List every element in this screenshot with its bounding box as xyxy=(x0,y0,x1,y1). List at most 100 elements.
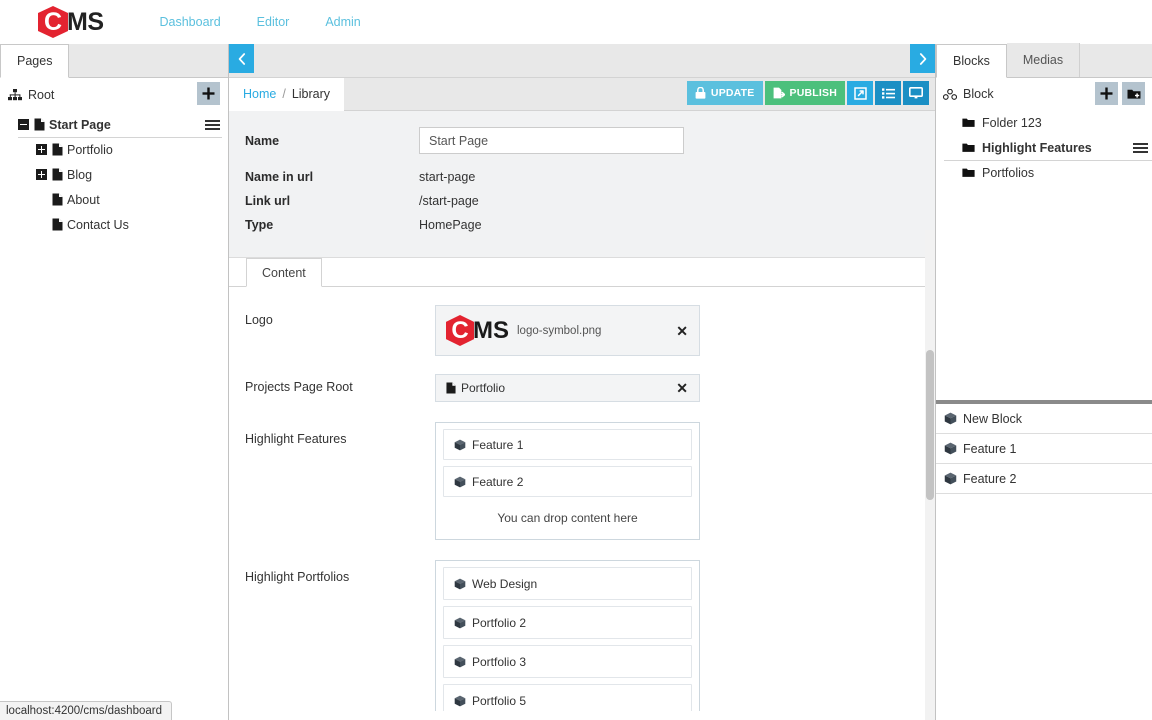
content-fields-scroll-area[interactable]: Logo C MS logo-symbol.png ✕ Projects Pag… xyxy=(229,287,935,711)
block-cube-icon xyxy=(454,439,466,451)
tab-medias[interactable]: Medias xyxy=(1006,43,1081,77)
tab-blocks[interactable]: Blocks xyxy=(936,44,1007,78)
toggle-list-view-button[interactable] xyxy=(875,81,901,105)
toggle-preview-button[interactable] xyxy=(903,81,929,105)
update-button-label: UPDATE xyxy=(710,87,755,99)
remove-projects-page-root-button[interactable]: ✕ xyxy=(676,381,688,395)
logo-letter-c: C xyxy=(43,7,63,36)
list-item[interactable]: New Block xyxy=(936,404,1152,434)
blocks-cluster-icon xyxy=(943,88,957,100)
expand-toggle-icon[interactable] xyxy=(36,169,47,180)
tree-item-portfolio[interactable]: Portfolio xyxy=(0,137,228,162)
collapse-left-panel-button[interactable] xyxy=(229,44,254,73)
tree-item-label: Portfolio xyxy=(67,142,113,157)
add-page-button[interactable] xyxy=(197,82,220,105)
logo-file-name: logo-symbol.png xyxy=(517,324,602,337)
field-logo: Logo C MS logo-symbol.png ✕ xyxy=(229,305,935,356)
meta-row-name: Name xyxy=(245,127,935,154)
highlight-portfolios-droplist[interactable]: Web Design Portfolio 2 Portfolio 3 Portf… xyxy=(435,560,700,711)
editor-topbar xyxy=(229,44,935,78)
list-item-label: Portfolio 3 xyxy=(472,654,527,669)
name-input[interactable] xyxy=(419,127,684,154)
expand-toggle-icon[interactable] xyxy=(36,144,47,155)
page-icon xyxy=(52,218,63,231)
add-block-button[interactable] xyxy=(1095,82,1118,105)
list-item[interactable]: Portfolio 5 xyxy=(443,684,692,711)
logo-thumbnail: C MS xyxy=(446,315,509,346)
list-item-label: Portfolio 5 xyxy=(472,693,527,708)
content-scrollbar-thumb[interactable] xyxy=(926,350,934,500)
page-context-menu-icon[interactable] xyxy=(205,118,220,132)
publish-button[interactable]: PUBLISH xyxy=(764,81,845,105)
list-item-label: Feature 1 xyxy=(963,441,1017,456)
shield-logo-icon: C xyxy=(446,315,474,346)
tree-item-about[interactable]: About xyxy=(0,187,228,212)
blocks-tree: Folder 123 Highlight Features Portfolios xyxy=(936,110,1152,185)
blocks-root-row[interactable]: Block xyxy=(943,87,994,101)
add-folder-button[interactable] xyxy=(1122,82,1145,105)
logo-media-box[interactable]: C MS logo-symbol.png ✕ xyxy=(435,305,700,356)
highlight-features-droplist[interactable]: Feature 1 Feature 2 You can drop content… xyxy=(435,422,700,540)
folder-plus-icon xyxy=(1127,88,1141,100)
projects-page-root-label: Projects Page Root xyxy=(245,380,353,394)
block-cube-icon xyxy=(454,476,466,488)
nav-link-editor[interactable]: Editor xyxy=(257,15,290,29)
list-item[interactable]: Portfolio 3 xyxy=(443,645,692,678)
tab-pages[interactable]: Pages xyxy=(0,44,70,78)
logo-label: Logo xyxy=(245,313,273,327)
list-item[interactable]: Feature 2 xyxy=(936,464,1152,494)
breadcrumb-home[interactable]: Home xyxy=(243,87,276,101)
collapse-right-panel-button[interactable] xyxy=(910,44,935,73)
blocks-root-label: Block xyxy=(963,87,994,101)
block-folder-highlight-features[interactable]: Highlight Features xyxy=(936,135,1152,161)
app-logo[interactable]: C MS xyxy=(38,6,104,38)
field-projects-page-root: Projects Page Root Portfolio ✕ xyxy=(229,374,935,402)
link-url-label: Link url xyxy=(245,193,291,208)
folder-icon xyxy=(962,167,975,178)
collapse-toggle-icon[interactable] xyxy=(18,119,29,130)
page-editor-panel: Home / Library UPDATE PUBLISH Name Start… xyxy=(229,44,936,720)
update-button[interactable]: UPDATE xyxy=(686,81,763,105)
tab-content[interactable]: Content xyxy=(246,258,322,287)
pages-panel: Pages Root Start Page Portfolio Blog Abo… xyxy=(0,44,229,720)
list-item[interactable]: Feature 2 xyxy=(443,466,692,497)
sitemap-icon xyxy=(8,89,22,101)
breadcrumb-bar: Home / Library UPDATE PUBLISH xyxy=(229,77,935,111)
block-context-menu-icon[interactable] xyxy=(1133,141,1148,155)
content-scrollbar[interactable] xyxy=(925,230,935,720)
block-cube-icon xyxy=(454,695,466,707)
pages-root-label: Root xyxy=(28,88,55,102)
drop-zone-hint: You can drop content here xyxy=(497,511,638,525)
list-item[interactable]: Feature 1 xyxy=(443,429,692,460)
tree-item-blog[interactable]: Blog xyxy=(0,162,228,187)
remove-logo-button[interactable]: ✕ xyxy=(676,324,688,338)
pages-root-row[interactable]: Root xyxy=(8,88,54,102)
list-item[interactable]: Feature 1 xyxy=(936,434,1152,464)
monitor-icon xyxy=(909,87,923,99)
page-icon xyxy=(34,118,45,131)
name-in-url-label: Name in url xyxy=(245,169,314,184)
blocks-list: New Block Feature 1 Feature 2 xyxy=(936,404,1152,494)
nav-link-admin[interactable]: Admin xyxy=(325,15,360,29)
folder-icon xyxy=(962,117,975,128)
nav-link-dashboard[interactable]: Dashboard xyxy=(160,15,221,29)
list-item[interactable]: Portfolio 2 xyxy=(443,606,692,639)
block-folder-folder-123[interactable]: Folder 123 xyxy=(936,110,1152,135)
chevron-right-icon xyxy=(919,52,927,65)
list-item-label: Feature 2 xyxy=(472,474,524,489)
breadcrumb: Home / Library xyxy=(229,77,345,111)
tree-item-start-page[interactable]: Start Page xyxy=(0,112,228,138)
status-bar: localhost:4200/cms/dashboard xyxy=(0,701,172,720)
cms-editor-window: C MS Dashboard Editor Admin Pages Root S… xyxy=(0,0,1152,720)
tree-item-contact-us[interactable]: Contact Us xyxy=(0,212,228,237)
status-bar-url: localhost:4200/cms/dashboard xyxy=(6,705,162,717)
page-icon xyxy=(446,382,456,394)
projects-page-root-value-box[interactable]: Portfolio ✕ xyxy=(435,374,700,402)
shield-logo-icon: C xyxy=(38,6,68,38)
plus-icon xyxy=(1100,87,1113,100)
list-item[interactable]: Web Design xyxy=(443,567,692,600)
meta-row-type: Type HomePage xyxy=(245,213,935,236)
open-in-new-editor-button[interactable] xyxy=(847,81,873,105)
pages-tree: Start Page Portfolio Blog About Contact … xyxy=(0,112,228,237)
block-folder-portfolios[interactable]: Portfolios xyxy=(936,160,1152,185)
